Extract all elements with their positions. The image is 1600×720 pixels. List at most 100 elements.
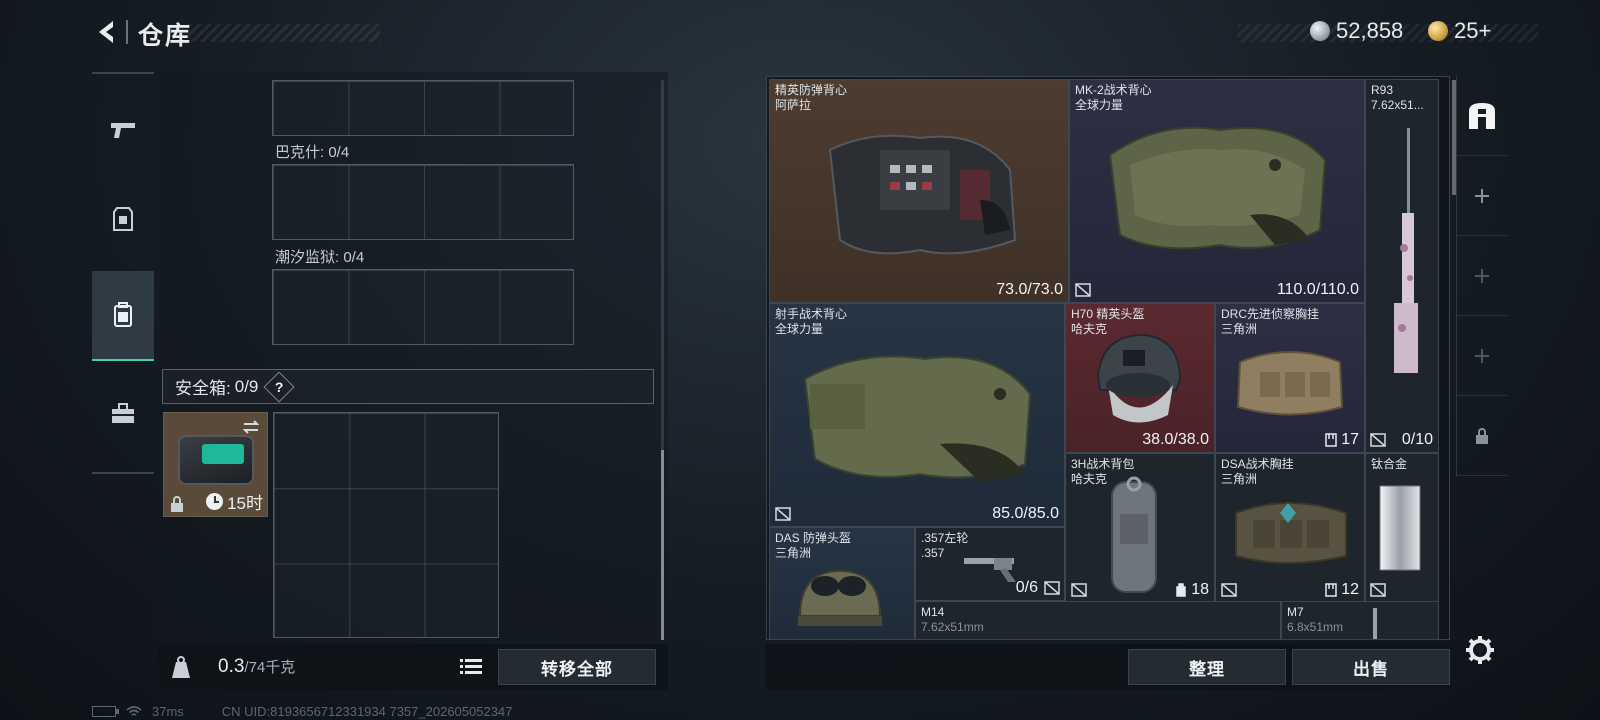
r93-rifle-art (1394, 128, 1418, 373)
right-footer: 整理 出售 (766, 644, 1450, 690)
locked-stash-page[interactable] (1457, 396, 1507, 476)
item-name: M7 6.8x51mm (1287, 605, 1344, 634)
no-insurance-icon (775, 507, 791, 521)
battery-icon (92, 706, 119, 717)
stash-item[interactable]: DRC先进侦察胸挂 三角洲 17 (1215, 303, 1365, 453)
stash-home-tab[interactable] (1457, 76, 1507, 156)
item-ammo: 0/10 (1401, 431, 1433, 448)
swap-icon[interactable] (241, 417, 261, 437)
safebox-timer-text: 15时 (227, 494, 263, 513)
rail-item-supplies[interactable] (92, 369, 154, 459)
safebox-screen-art (202, 444, 244, 464)
stash-item[interactable]: H70 精英头盔 哈夫克 38.0/38.0 (1065, 303, 1215, 453)
armor-icon (113, 207, 133, 231)
item-name: 钛合金 (1371, 457, 1408, 471)
item-durability: 85.0/85.0 (992, 505, 1059, 522)
no-insurance-icon (1370, 583, 1386, 597)
gold-currency[interactable]: 25+ (1428, 18, 1491, 44)
weight-value: 0.3 (218, 656, 245, 677)
chaoxi-grid[interactable] (272, 269, 574, 345)
left-scrollbar[interactable] (661, 80, 664, 640)
container-grid-top[interactable] (272, 80, 574, 136)
drc-rig-art (1236, 351, 1344, 416)
silver-coin-icon (1310, 21, 1330, 41)
stash-item[interactable]: 3H战术背包 哈夫克 18 (1065, 453, 1215, 603)
item-name: DRC先进侦察胸挂 三角洲 (1221, 307, 1319, 336)
stash-item[interactable]: DSA战术胸挂 三角洲 12 (1215, 453, 1365, 603)
ping-readout: 37ms (152, 704, 184, 719)
marksman-vest-art (803, 355, 1032, 482)
elite-vest-art (828, 134, 1017, 255)
titanium-ingot-art (1379, 485, 1421, 571)
stash-item[interactable]: R93 7.62x51... 0/10 (1365, 79, 1439, 453)
stash-item[interactable]: 精英防弹背心 阿萨拉 73.0/73.0 (769, 79, 1069, 303)
mk2-vest-art (1108, 126, 1327, 250)
lock-icon (1476, 427, 1488, 444)
stash-item[interactable]: M7 6.8x51mm (1281, 601, 1439, 639)
add-stash-page-1[interactable] (1457, 156, 1507, 236)
plus-icon (1475, 188, 1489, 203)
safebox-timer: 15时 (206, 489, 263, 514)
gold-coin-icon (1428, 21, 1448, 41)
backpack-icon (114, 302, 132, 327)
list-view-button[interactable] (456, 653, 486, 681)
left-scrollbar-thumb[interactable] (661, 450, 664, 640)
silver-currency: 52,858 (1310, 18, 1403, 44)
safebox-grid[interactable] (273, 412, 499, 638)
help-icon: ? (275, 378, 284, 395)
safebox-count: 0/9 (234, 376, 259, 396)
gold-amount: 25+ (1454, 18, 1492, 43)
bakeshi-grid[interactable] (272, 164, 574, 240)
toolbox-icon (112, 403, 134, 423)
uid-readout: CN UID:8193656712331934 7357_20260505234… (221, 704, 513, 719)
category-rail (92, 72, 154, 474)
clock-icon (206, 493, 224, 510)
lock-icon (171, 496, 183, 512)
item-capacity: 17 (1325, 431, 1359, 449)
h70-helmet-art (1096, 333, 1182, 423)
no-insurance-icon (1221, 583, 1237, 597)
bakeshi-label: 巴克什: 0/4 (275, 144, 350, 161)
add-stash-page-2[interactable] (1457, 236, 1507, 316)
sort-button[interactable]: 整理 (1128, 649, 1286, 685)
list-icon (460, 659, 482, 674)
pistol-icon (111, 123, 135, 138)
back-button[interactable] (90, 14, 126, 50)
rail-item-containers[interactable] (92, 271, 154, 361)
item-name: 射手战术背心 全球力量 (775, 307, 848, 336)
item-name: DSA战术胸挂 三角洲 (1221, 457, 1294, 486)
safebox-item[interactable]: 15时 (163, 412, 268, 517)
add-stash-page-3[interactable] (1457, 316, 1507, 396)
stash-page-rail (1456, 76, 1507, 476)
rail-item-equipment[interactable] (92, 174, 154, 264)
rig-capacity-icon (1325, 433, 1337, 447)
title-separator (126, 20, 128, 44)
settings-gear-icon[interactable] (1464, 634, 1496, 666)
stash-item[interactable]: MK-2战术背心 全球力量 110.0/110.0 (1069, 79, 1365, 303)
sell-button[interactable]: 出售 (1292, 649, 1450, 685)
stash-item[interactable]: M14 7.62x51mm (915, 601, 1281, 639)
das-helmet-art (798, 569, 882, 626)
no-insurance-icon (1044, 581, 1060, 595)
help-button[interactable]: ? (263, 370, 295, 403)
title-decoration (188, 24, 380, 42)
chaoxi-label: 潮汐监狱: 0/4 (275, 249, 365, 266)
transfer-all-button[interactable]: 转移全部 (498, 649, 656, 685)
safebox-label: 安全箱: (175, 379, 231, 398)
stash-item[interactable]: 射手战术背心 全球力量 85.0/85.0 (769, 303, 1065, 527)
stash-panel: 精英防弹背心 阿萨拉 73.0/73.0 MK-2战术背心 全球力量 110.0/1… (766, 76, 1450, 640)
item-ammo: 0/6 (1015, 579, 1038, 596)
item-capacity: 12 (1325, 581, 1359, 599)
item-durability: 110.0/110.0 (1276, 281, 1359, 298)
plus-icon (1475, 348, 1489, 363)
wifi-icon (126, 705, 142, 716)
stash-item[interactable]: .357左轮 .357 0/6 (915, 527, 1065, 601)
page-title: 仓库 (138, 22, 193, 50)
stash-home-icon (1469, 102, 1495, 129)
rail-item-weapons[interactable] (92, 84, 154, 174)
weight-icon (172, 656, 190, 678)
backpack-capacity-icon (1176, 583, 1186, 597)
rig-capacity-icon (1325, 583, 1337, 597)
stash-item[interactable]: DAS 防弹头盔 三角洲 (769, 527, 915, 639)
stash-item[interactable]: 钛合金 (1365, 453, 1439, 603)
